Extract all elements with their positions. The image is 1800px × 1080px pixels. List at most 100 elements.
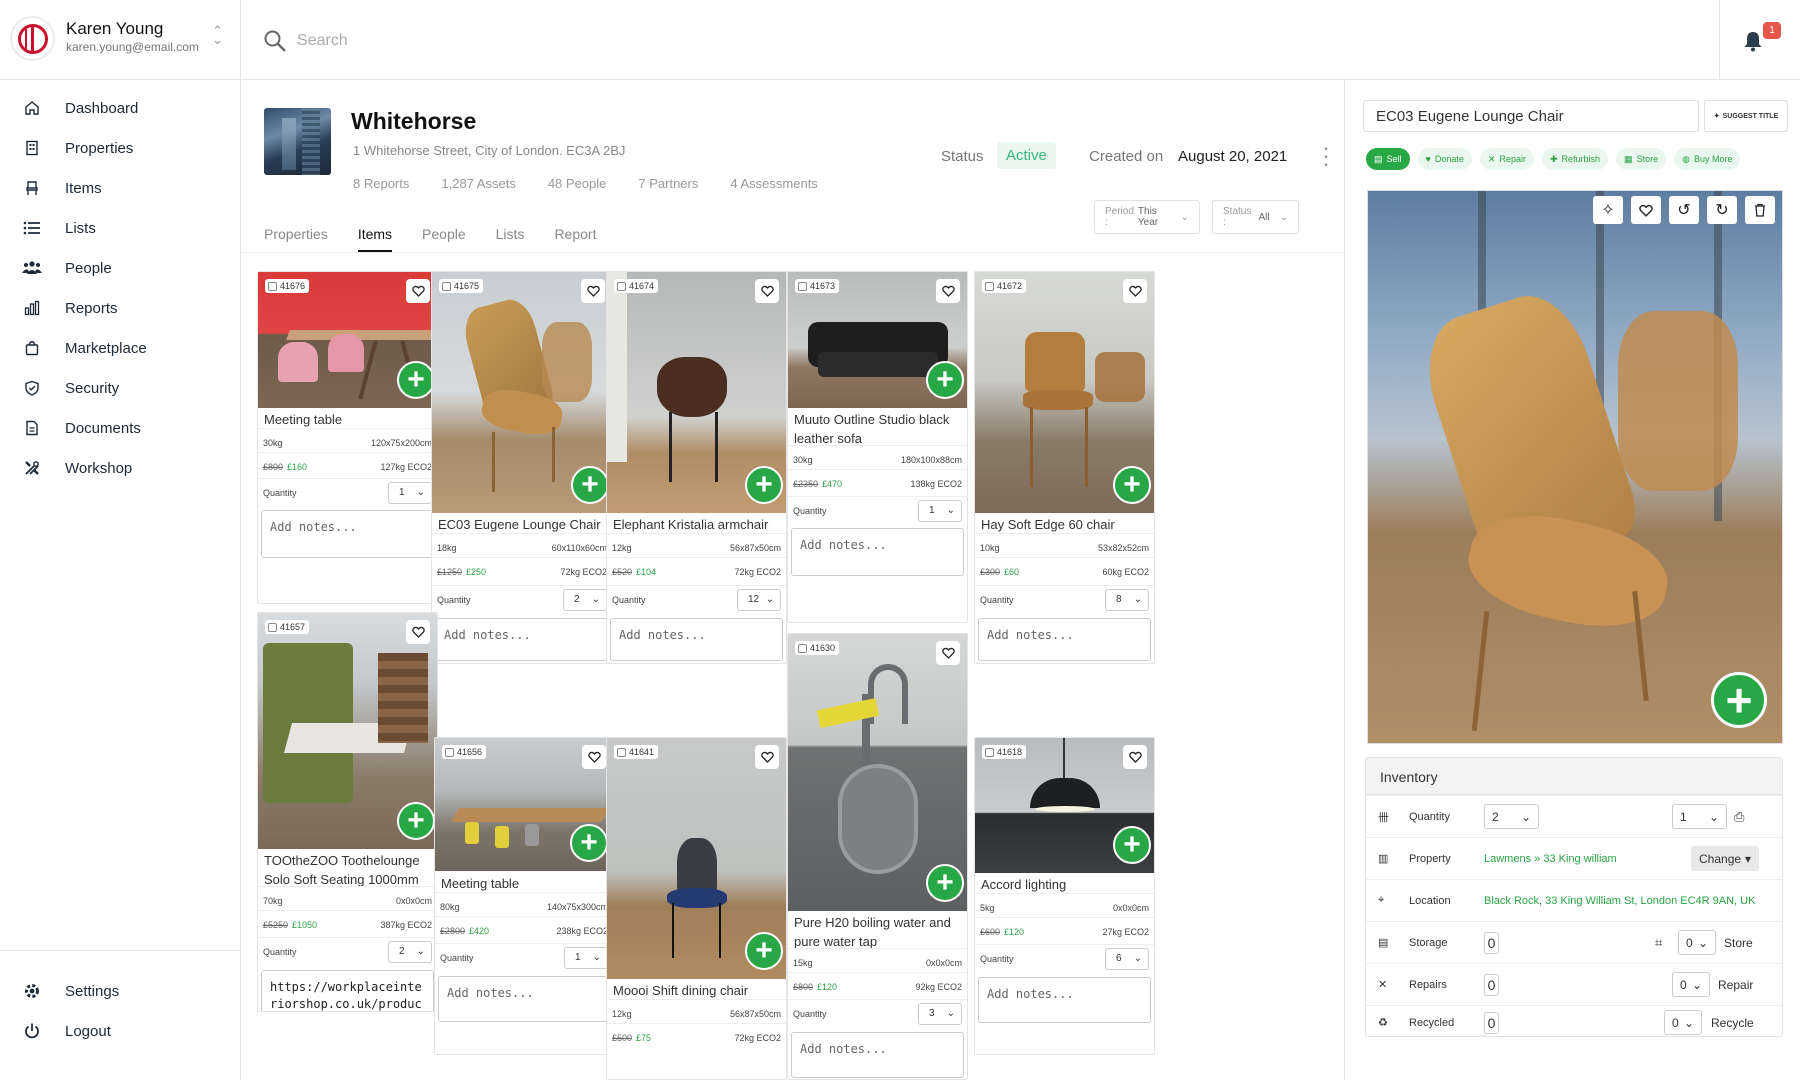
bell-icon[interactable] bbox=[1743, 30, 1763, 57]
item-select-checkbox[interactable]: 41656 bbox=[442, 745, 487, 759]
suggest-title-button[interactable]: ✦ SUGGEST TITLE bbox=[1704, 100, 1788, 132]
notes-field[interactable]: https://workplaceinteriorshop.co.uk/prod… bbox=[261, 970, 434, 1011]
sidebar-item-items[interactable]: Items bbox=[0, 168, 240, 208]
sidebar-item-workshop[interactable]: Workshop bbox=[0, 448, 240, 488]
scan-icon[interactable]: ⌗ bbox=[1655, 935, 1662, 951]
heart-icon[interactable] bbox=[581, 279, 605, 303]
item-title-field[interactable]: EC03 Eugene Lounge Chair bbox=[1363, 100, 1699, 132]
heart-icon[interactable] bbox=[582, 745, 606, 769]
stat-people[interactable]: 48 People bbox=[548, 176, 607, 191]
heart-icon[interactable] bbox=[755, 745, 779, 769]
item-card[interactable]: 41675 + EC03 Eugene Lounge Chair 18kg 60x… bbox=[431, 271, 613, 664]
stat-assets[interactable]: 1,287 Assets bbox=[441, 176, 515, 191]
item-select-checkbox[interactable]: 41657 bbox=[265, 620, 310, 634]
item-photo-large[interactable] bbox=[1367, 190, 1783, 744]
repairs-qty-select[interactable]: 0 ⌄ bbox=[1672, 972, 1710, 997]
quantity-select[interactable]: 2 ⌄ bbox=[388, 940, 432, 963]
notes-field[interactable]: Add notes... bbox=[435, 618, 609, 661]
heart-icon[interactable] bbox=[406, 279, 430, 303]
add-item-button[interactable]: + bbox=[745, 466, 783, 504]
location-link[interactable]: Black Rock, 33 King William St, London E… bbox=[1484, 895, 1755, 907]
item-card[interactable]: 41641 + Moooi Shift dining chair 12kg 56x… bbox=[606, 737, 787, 1080]
quantity-select[interactable]: 2 ⌄ bbox=[1484, 804, 1539, 829]
heart-icon[interactable] bbox=[1123, 745, 1147, 769]
item-card[interactable]: 41657 + TOOtheZOO Toothelounge Solo Soft… bbox=[257, 612, 438, 1012]
refurbish-button[interactable]: ✚ Refurbish bbox=[1541, 148, 1609, 170]
add-item-button[interactable]: + bbox=[745, 932, 783, 970]
trash-icon[interactable] bbox=[1745, 196, 1775, 224]
add-item-button[interactable]: + bbox=[397, 802, 435, 840]
quantity-select[interactable]: 2 ⌄ bbox=[563, 588, 607, 611]
status-filter[interactable]: Status : All ⌄ bbox=[1212, 200, 1299, 234]
notes-field[interactable]: Add notes... bbox=[978, 977, 1151, 1023]
more-vertical-icon[interactable]: · · · bbox=[1322, 137, 1330, 175]
item-select-checkbox[interactable]: 41673 bbox=[795, 279, 840, 293]
heart-icon[interactable] bbox=[1123, 279, 1147, 303]
heart-icon[interactable] bbox=[755, 279, 779, 303]
stat-partners[interactable]: 7 Partners bbox=[638, 176, 698, 191]
rotate-left-icon[interactable]: ↺ bbox=[1669, 196, 1699, 224]
quantity-select[interactable]: 1 ⌄ bbox=[388, 481, 432, 504]
rotate-right-icon[interactable]: ↻ bbox=[1707, 196, 1737, 224]
add-item-button[interactable]: + bbox=[926, 361, 964, 399]
storage-qty-select[interactable]: 0 ⌄ bbox=[1678, 930, 1716, 955]
printer-icon[interactable]: ⎙ bbox=[1734, 809, 1744, 825]
tab-people[interactable]: People bbox=[422, 226, 466, 253]
repair-button[interactable]: Repair bbox=[1718, 978, 1753, 992]
notes-field[interactable]: Add notes... bbox=[791, 1032, 964, 1078]
user-switcher[interactable]: Karen Young karen.young@email.com ⌃ ⌄ bbox=[0, 0, 240, 80]
heart-icon[interactable] bbox=[936, 641, 960, 665]
tab-items[interactable]: Items bbox=[357, 226, 393, 253]
quantity-select[interactable]: 1 ⌄ bbox=[564, 946, 608, 969]
notes-field[interactable]: Add notes... bbox=[978, 618, 1151, 661]
quantity-select[interactable]: 8 ⌄ bbox=[1105, 588, 1149, 611]
notes-field[interactable]: Add notes... bbox=[438, 976, 610, 1022]
item-card[interactable]: 41618 + Accord lighting 5kg 0x0x0cm £600 £… bbox=[974, 737, 1155, 1055]
donate-button[interactable]: ♥ Donate bbox=[1417, 148, 1472, 170]
heart-icon[interactable] bbox=[936, 279, 960, 303]
magic-wand-icon[interactable]: ✧ bbox=[1593, 196, 1623, 224]
sidebar-item-marketplace[interactable]: Marketplace bbox=[0, 328, 240, 368]
property-link[interactable]: Lawmens » 33 King william bbox=[1484, 853, 1617, 865]
search-input[interactable] bbox=[297, 24, 897, 58]
item-card[interactable]: 41630 + Pure H20 boiling water and pure … bbox=[787, 633, 968, 1080]
item-select-checkbox[interactable]: 41618 bbox=[982, 745, 1027, 759]
stat-reports[interactable]: 8 Reports bbox=[353, 176, 409, 191]
sidebar-item-dashboard[interactable]: Dashboard bbox=[0, 88, 240, 128]
store-button[interactable]: Store bbox=[1724, 936, 1753, 950]
recycle-button[interactable]: Recycle bbox=[1711, 1016, 1754, 1030]
quantity-select[interactable]: 12 ⌄ bbox=[737, 588, 781, 611]
add-item-button[interactable]: + bbox=[571, 466, 609, 504]
tab-properties[interactable]: Properties bbox=[264, 226, 328, 253]
sidebar-item-lists[interactable]: Lists bbox=[0, 208, 240, 248]
buy-more-button[interactable]: ◍ Buy More bbox=[1674, 148, 1741, 170]
item-select-checkbox[interactable]: 41675 bbox=[439, 279, 484, 293]
item-select-checkbox[interactable]: 41630 bbox=[795, 641, 840, 655]
add-item-button[interactable]: + bbox=[397, 361, 435, 399]
sidebar-item-settings[interactable]: Settings bbox=[0, 971, 240, 1011]
period-filter[interactable]: Period : This Year ⌄ bbox=[1094, 200, 1200, 234]
sidebar-item-security[interactable]: Security bbox=[0, 368, 240, 408]
add-item-button[interactable]: + bbox=[1711, 672, 1767, 728]
item-card[interactable]: 41672 + Hay Soft Edge 60 chair 10kg 53x82… bbox=[974, 271, 1155, 664]
tab-report[interactable]: Report bbox=[554, 226, 596, 253]
heart-icon[interactable] bbox=[1631, 196, 1661, 224]
add-item-button[interactable]: + bbox=[926, 864, 964, 902]
chevron-up-down-icon[interactable]: ⌃ ⌄ bbox=[212, 24, 223, 46]
stat-assessments[interactable]: 4 Assessments bbox=[730, 176, 817, 191]
quantity-select[interactable]: 3 ⌄ bbox=[918, 1002, 962, 1025]
quantity-select[interactable]: 1 ⌄ bbox=[918, 499, 962, 522]
store-button[interactable]: ▦ Store bbox=[1616, 148, 1667, 170]
item-select-checkbox[interactable]: 41672 bbox=[982, 279, 1027, 293]
notes-field[interactable]: Add notes... bbox=[610, 618, 783, 661]
notes-field[interactable]: Add notes... bbox=[791, 528, 964, 576]
heart-icon[interactable] bbox=[406, 620, 430, 644]
quantity-select[interactable]: 6 ⌄ bbox=[1105, 947, 1149, 970]
tab-lists[interactable]: Lists bbox=[496, 226, 525, 253]
sidebar-item-properties[interactable]: Properties bbox=[0, 128, 240, 168]
recycled-qty-select[interactable]: 0 ⌄ bbox=[1664, 1010, 1702, 1035]
item-select-checkbox[interactable]: 41674 bbox=[614, 279, 659, 293]
notes-field[interactable]: Add notes... bbox=[261, 510, 434, 558]
item-card[interactable]: 41674 + Elephant Kristalia armchair 12kg… bbox=[606, 271, 787, 664]
sidebar-item-people[interactable]: People bbox=[0, 248, 240, 288]
